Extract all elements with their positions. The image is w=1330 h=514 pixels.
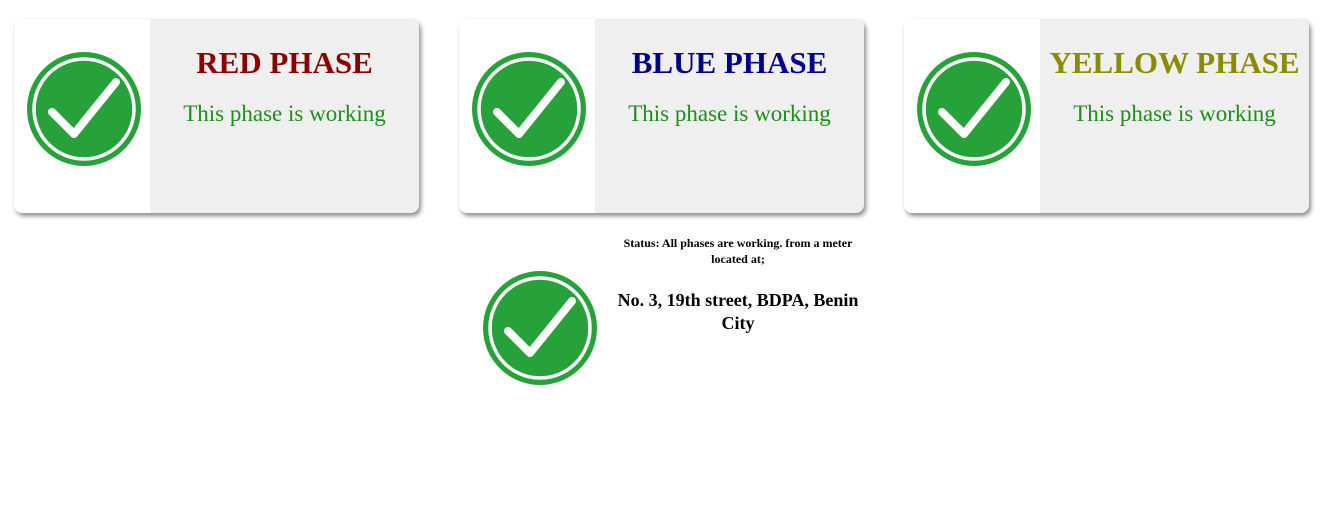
yellow-phase-card: YELLOW PHASE This phase is working xyxy=(904,19,1309,213)
yellow-phase-title: YELLOW PHASE xyxy=(1049,45,1300,80)
red-phase-title: RED PHASE xyxy=(196,45,373,80)
blue-phase-card: BLUE PHASE This phase is working xyxy=(459,19,864,213)
green-checkmark-icon xyxy=(917,52,1031,166)
overall-status-panel: Status: All phases are working. from a m… xyxy=(470,230,870,430)
green-checkmark-icon xyxy=(27,52,141,166)
status-message: Status: All phases are working. from a m… xyxy=(623,236,853,266)
blue-phase-content: BLUE PHASE This phase is working xyxy=(595,19,864,127)
blue-phase-status-image xyxy=(459,19,595,213)
blue-phase-title: BLUE PHASE xyxy=(631,45,828,80)
yellow-phase-message: This phase is working xyxy=(1073,101,1276,126)
meter-address: No. 3, 19th street, BDPA, Benin City xyxy=(617,290,859,333)
green-checkmark-icon xyxy=(472,52,586,166)
yellow-phase-content: YELLOW PHASE This phase is working xyxy=(1040,19,1309,127)
red-phase-content: RED PHASE This phase is working xyxy=(150,19,419,127)
red-phase-status-image xyxy=(14,19,150,213)
overall-status-image xyxy=(470,230,610,422)
red-phase-card: RED PHASE This phase is working xyxy=(14,19,419,213)
blue-phase-message: This phase is working xyxy=(628,101,831,126)
yellow-phase-status-image xyxy=(904,19,1040,213)
status-text-block: Status: All phases are working. from a m… xyxy=(606,235,870,335)
red-phase-message: This phase is working xyxy=(183,101,386,126)
green-checkmark-icon xyxy=(483,271,597,385)
